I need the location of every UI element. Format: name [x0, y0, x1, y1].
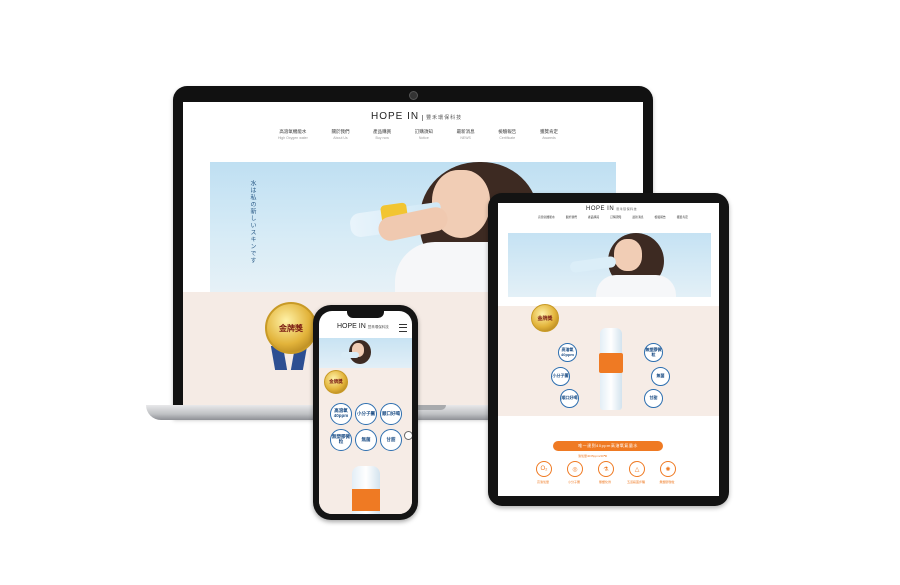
feature-label: 五道殺菌步驟 — [626, 480, 645, 484]
oxygen-banner: 唯一達到40ppm高溶氧氣量水 — [553, 441, 663, 451]
molecule-icon: ◎ — [567, 461, 583, 477]
feature-bubble: 甘甜 — [380, 429, 402, 451]
nav-label: 獲獎肯定 — [539, 129, 558, 134]
nav-item-awards[interactable]: 獲獎肯定 Awareds — [540, 129, 558, 140]
feature-label: 無塑膠微粒 — [659, 480, 675, 484]
nav-item-high-oxygen-water[interactable]: 高溶氧機能水 High Oxygen water — [278, 129, 308, 140]
feature-bubble: 小分子團 — [355, 403, 377, 425]
nav-item[interactable]: 產品購買 — [588, 215, 599, 219]
feature-bubble: 高溶氧40ppm — [330, 403, 352, 425]
logo-subtitle: 豐禾環保科技 — [616, 207, 638, 211]
nav-item[interactable]: 高溶氧機能水 — [538, 215, 555, 219]
phone-notch — [347, 311, 384, 318]
feature-label: 高溶氧量 — [536, 480, 549, 484]
feature-bubble: 甘甜 — [644, 389, 663, 408]
feature-bubble: 順口好喝 — [560, 389, 579, 408]
nav-item[interactable]: 最新消息 — [632, 215, 643, 219]
phone-screen: HOPE IN 豐禾環保科技 金牌獎 高溶氧40ppm 小分子團 順口好喝 無塑膠… — [319, 311, 412, 514]
nav-label: 檢驗報告 — [498, 129, 517, 134]
nav-sublabel: Awareds — [542, 136, 556, 140]
feature-bubble: 無菌 — [651, 367, 670, 386]
award-label: 金牌獎 — [329, 379, 343, 384]
nav-item-notice[interactable]: 訂購須知 Notice — [415, 129, 433, 140]
main-nav: 高溶氧機能水 關於我們 產品購買 訂購須知 最新消息 檢驗報告 獲獎肯定 — [538, 215, 688, 219]
particle-icon: ✺ — [660, 461, 676, 477]
logo-text: HOPE IN — [586, 206, 615, 212]
nav-label: 關於我們 — [331, 129, 350, 134]
nav-label: 高溶氧機能水 — [279, 129, 307, 134]
oxygen-icon: O₂ — [536, 461, 552, 477]
feature-label: 無塑化劑 — [598, 480, 611, 484]
main-nav: 高溶氧機能水 High Oxygen water 關於我們 About Us 產品購… — [278, 129, 558, 140]
nav-item-certificate[interactable]: 檢驗報告 Certificate — [498, 129, 516, 140]
logo-subtitle: 豐禾環保科技 — [367, 325, 389, 329]
nav-label: 最新消息 — [456, 129, 475, 134]
feature-bubble: 無菌 — [355, 429, 377, 451]
feature-bubble: 順口好喝 — [380, 403, 402, 425]
site-header: HOPE IN 豐禾環保科技 高溶氧機能水 High Oxygen water 關於… — [183, 102, 643, 162]
site-logo[interactable]: HOPE IN 豐禾環保科技 — [371, 111, 463, 122]
nav-item[interactable]: 獲獎肯定 — [677, 215, 688, 219]
hero-banner — [508, 233, 711, 297]
nav-item-news[interactable]: 最新消息 NEWS — [457, 129, 475, 140]
flask-icon: ⚗ — [598, 461, 614, 477]
nav-item-about-us[interactable]: 關於我們 About Us — [331, 129, 349, 140]
award-label: 金牌獎 — [279, 323, 303, 333]
gold-medal-icon: 金牌獎 — [531, 304, 559, 332]
nav-label: 訂購須知 — [414, 129, 433, 134]
nav-item[interactable]: 關於我們 — [566, 215, 577, 219]
feature-bubble: 高溶氧40ppm — [558, 343, 577, 362]
nav-sublabel: Notice — [418, 136, 429, 140]
hero-model-face — [614, 239, 642, 271]
nav-label: 產品購買 — [373, 129, 392, 134]
scroll-top-icon[interactable] — [404, 431, 412, 440]
hero-model-body — [596, 275, 676, 297]
nav-sublabel: About Us — [333, 136, 348, 140]
hero-bottle-image — [341, 352, 359, 358]
nav-sublabel: NEWS — [460, 136, 471, 140]
tablet-screen: HOPE IN 豐禾環保科技 高溶氧機能水 關於我們 產品購買 訂購須知 最新消息… — [498, 203, 719, 496]
hero-banner — [319, 338, 412, 368]
logo-text: HOPE IN — [337, 323, 366, 330]
nav-sublabel: Buy now — [375, 136, 389, 140]
product-bottle-label — [599, 353, 623, 373]
feature-bubble: 無塑膠微粒 — [644, 343, 663, 362]
feature-bubble: 小分子團 — [551, 367, 570, 386]
nav-item-buy-now[interactable]: 產品購買 Buy now — [373, 129, 391, 140]
site-logo[interactable]: HOPE IN 豐禾環保科技 — [586, 206, 637, 212]
nav-item[interactable]: 檢驗報告 — [655, 215, 666, 219]
award-label: 金牌獎 — [537, 315, 553, 322]
feature-bubble: 無塑膠微粒 — [330, 429, 352, 451]
gold-medal-icon: 金牌獎 — [324, 370, 348, 394]
site-logo[interactable]: HOPE IN 豐禾環保科技 — [337, 323, 389, 330]
filter-icon: △ — [629, 461, 645, 477]
gold-medal-icon: 金牌獎 — [265, 302, 317, 354]
logo-text: HOPE IN — [371, 111, 420, 122]
product-bottle-label — [352, 489, 380, 511]
hamburger-menu-icon[interactable] — [399, 324, 407, 332]
nav-sublabel: High Oxygen water — [278, 136, 308, 140]
oxygen-subtitle: 溶氧量40±5ppm/40℃ — [578, 454, 608, 458]
camera-icon — [409, 91, 418, 100]
nav-sublabel: Certificate — [499, 136, 516, 140]
feature-label: 小分子團 — [567, 480, 580, 484]
logo-subtitle: 豐禾環保科技 — [422, 115, 463, 121]
hero-tagline: 水は私の新しいスキンです — [249, 180, 255, 264]
nav-item[interactable]: 訂購須知 — [610, 215, 621, 219]
